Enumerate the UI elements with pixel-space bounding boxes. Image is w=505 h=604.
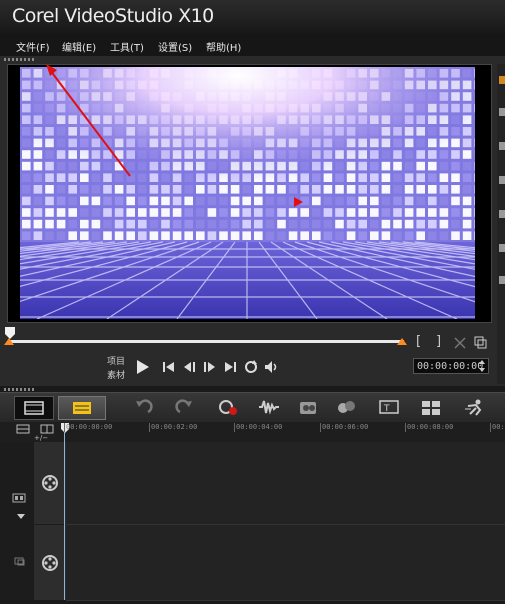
chapter-point-icon[interactable] <box>40 424 54 434</box>
ruler-tick-label: 00:00:06:00 <box>322 423 369 431</box>
scrub-bar[interactable] <box>8 340 404 343</box>
annotation-arrowhead <box>46 64 57 76</box>
mode-project-label[interactable]: 项目 <box>107 354 125 367</box>
ruler-tick-label: 00: <box>492 423 505 431</box>
enlarge-preview-icon[interactable] <box>474 336 487 349</box>
timecode-stepper[interactable] <box>478 359 486 373</box>
panel-tab-icon[interactable] <box>499 142 505 150</box>
ruler-tick <box>149 423 150 432</box>
trim-start-marker[interactable] <box>4 338 14 345</box>
panel-tab-icon[interactable] <box>499 210 505 218</box>
ruler-tick <box>320 423 321 432</box>
go-to-start-icon[interactable] <box>162 361 175 373</box>
panel-tab-icon[interactable] <box>499 108 505 116</box>
annotation-arrow <box>49 69 131 177</box>
repeat-icon[interactable] <box>244 360 258 374</box>
ruler-tick-label: 00:00:04:00 <box>236 423 283 431</box>
playhead-line <box>64 432 65 600</box>
overlay-track-header[interactable] <box>34 525 67 600</box>
ruler-tick <box>234 423 235 432</box>
cursor-icon <box>294 197 303 207</box>
ruler-tick <box>490 423 491 432</box>
ruler-tick-label: 00:00:00:00 <box>66 423 113 431</box>
panel-tab-icon[interactable] <box>499 176 505 184</box>
auto-music-icon[interactable] <box>298 398 320 416</box>
video-track-header[interactable] <box>34 442 67 524</box>
library-tab-icon[interactable] <box>499 76 505 84</box>
zoom-control[interactable]: +/− <box>34 434 48 442</box>
undo-icon[interactable] <box>132 398 154 416</box>
panel-grip[interactable] <box>4 388 36 391</box>
overlay-track[interactable] <box>66 525 505 601</box>
overlay-options-icon[interactable] <box>14 556 26 566</box>
record-capture-icon[interactable] <box>218 398 240 416</box>
ruler-tick-label: 00:00:08:00 <box>407 423 454 431</box>
split-clip-icon[interactable] <box>454 337 466 349</box>
timeline-view-button[interactable] <box>58 396 106 420</box>
volume-icon[interactable] <box>264 360 280 374</box>
speed-icon[interactable] <box>464 398 486 416</box>
redo-icon[interactable] <box>174 398 196 416</box>
motion-tracking-icon[interactable] <box>336 398 358 416</box>
play-icon[interactable] <box>136 359 150 375</box>
subtitle-editor-icon[interactable]: T <box>378 398 400 416</box>
ruler-tick <box>405 423 406 432</box>
panel-tab-icon[interactable] <box>499 276 505 284</box>
trim-end-marker[interactable] <box>397 338 407 345</box>
track-manager-icon[interactable] <box>16 424 30 434</box>
mode-clip-label[interactable]: 素材 <box>107 368 125 381</box>
ruler-tick-label: 00:00:02:00 <box>151 423 198 431</box>
chevron-down-icon[interactable] <box>16 513 26 521</box>
film-reel-icon[interactable] <box>12 492 28 504</box>
multi-camera-icon[interactable] <box>420 398 442 416</box>
ruler-tick <box>64 423 65 432</box>
storyboard-view-button[interactable] <box>14 396 54 420</box>
mark-in-button[interactable]: [ <box>416 334 421 349</box>
svg-text:T: T <box>383 404 390 414</box>
previous-frame-icon[interactable] <box>183 361 197 373</box>
video-track[interactable] <box>66 442 505 525</box>
panel-tab-icon[interactable] <box>499 244 505 252</box>
sound-mixer-icon[interactable] <box>258 398 280 416</box>
next-frame-icon[interactable] <box>203 361 217 373</box>
go-to-end-icon[interactable] <box>224 361 237 373</box>
mark-out-button[interactable]: ] <box>436 334 441 349</box>
